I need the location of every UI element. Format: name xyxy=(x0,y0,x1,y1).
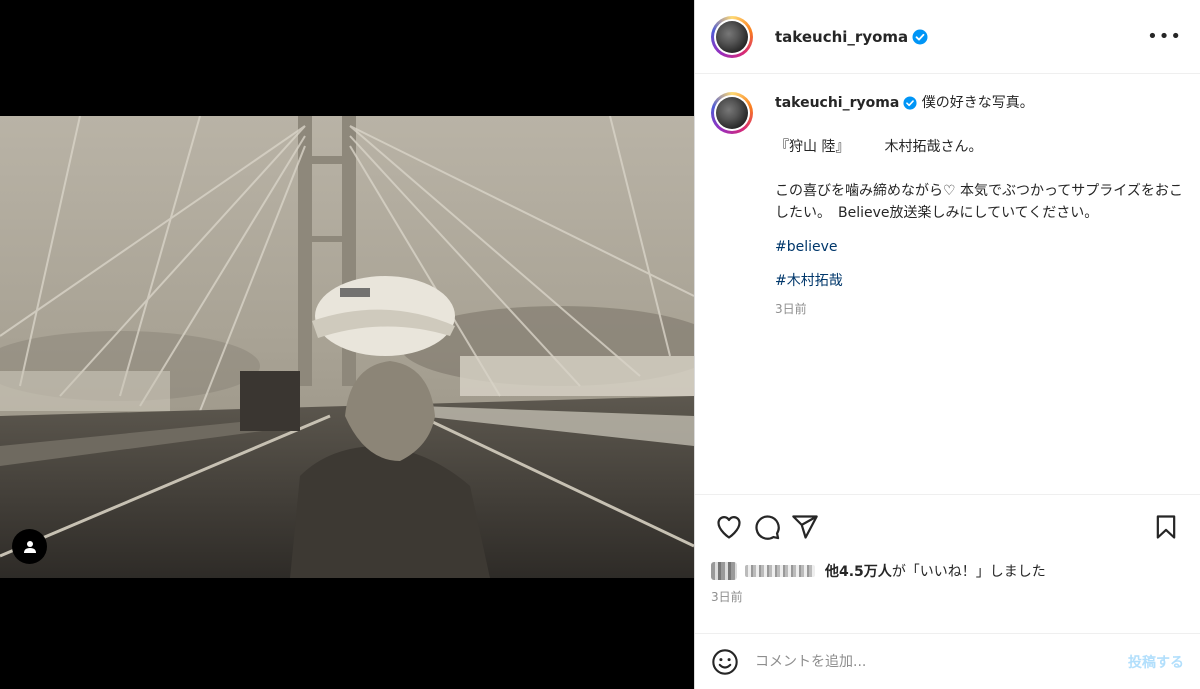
comment-input[interactable] xyxy=(753,652,1128,671)
comment-icon xyxy=(755,514,780,540)
user-tag-button[interactable] xyxy=(12,529,47,564)
comment-button[interactable] xyxy=(749,509,785,545)
instagram-post-view: takeuchi_ryoma ••• takeuchi_ryoma 僕の好きな写… xyxy=(0,0,1200,689)
share-button[interactable] xyxy=(787,509,823,545)
caption-message: 僕の好きな写真。 『狩山 陸』 木村拓哉さん。 この喜びを噛み締めながら♡ 本気… xyxy=(775,95,1183,221)
comment-box: 投稿する xyxy=(695,633,1200,689)
caption-username[interactable]: takeuchi_ryoma xyxy=(775,95,899,111)
bookmark-icon xyxy=(1156,514,1176,539)
heart-icon xyxy=(717,515,741,539)
liker-avatar-blurred xyxy=(711,562,737,580)
more-icon: ••• xyxy=(1147,26,1182,47)
share-icon xyxy=(792,514,818,539)
caption: takeuchi_ryoma 僕の好きな写真。 『狩山 陸』 木村拓哉さん。 こ… xyxy=(711,92,1184,320)
comments-area: takeuchi_ryoma 僕の好きな写真。 『狩山 陸』 木村拓哉さん。 こ… xyxy=(695,74,1200,494)
post-photo[interactable] xyxy=(0,116,694,578)
verified-icon xyxy=(912,29,928,44)
action-bar xyxy=(695,494,1200,558)
like-button[interactable] xyxy=(711,509,747,545)
media-pane xyxy=(0,0,694,689)
liker-name-blurred xyxy=(745,565,815,577)
user-tag-icon xyxy=(23,540,36,553)
hashtag-believe[interactable]: #believe xyxy=(775,236,1184,258)
caption-body: takeuchi_ryoma 僕の好きな写真。 『狩山 陸』 木村拓哉さん。 こ… xyxy=(775,92,1184,320)
post-comment-button[interactable]: 投稿する xyxy=(1128,652,1184,672)
likes-count[interactable]: 他4.5万人 xyxy=(825,561,892,581)
save-button[interactable] xyxy=(1148,509,1184,545)
likes-summary[interactable]: 他4.5万人 が「いいね！」しました xyxy=(695,558,1200,584)
caption-avatar[interactable] xyxy=(711,92,753,134)
verified-icon xyxy=(903,96,917,110)
avatar[interactable] xyxy=(711,15,753,58)
emoji-icon[interactable] xyxy=(711,648,739,676)
hashtag-kimura-takuya[interactable]: #木村拓哉 xyxy=(775,270,1184,292)
post-side-panel: takeuchi_ryoma ••• takeuchi_ryoma 僕の好きな写… xyxy=(694,0,1200,689)
caption-time: 3日前 xyxy=(775,302,807,316)
post-time: 3日前 xyxy=(711,590,743,604)
more-options-button[interactable]: ••• xyxy=(1147,26,1182,47)
likes-text: が「いいね！」しました xyxy=(891,564,1046,580)
post-header: takeuchi_ryoma ••• xyxy=(695,0,1200,74)
post-username[interactable]: takeuchi_ryoma xyxy=(775,28,908,46)
caption-text: takeuchi_ryoma 僕の好きな写真。 『狩山 陸』 木村拓哉さん。 こ… xyxy=(775,92,1184,224)
